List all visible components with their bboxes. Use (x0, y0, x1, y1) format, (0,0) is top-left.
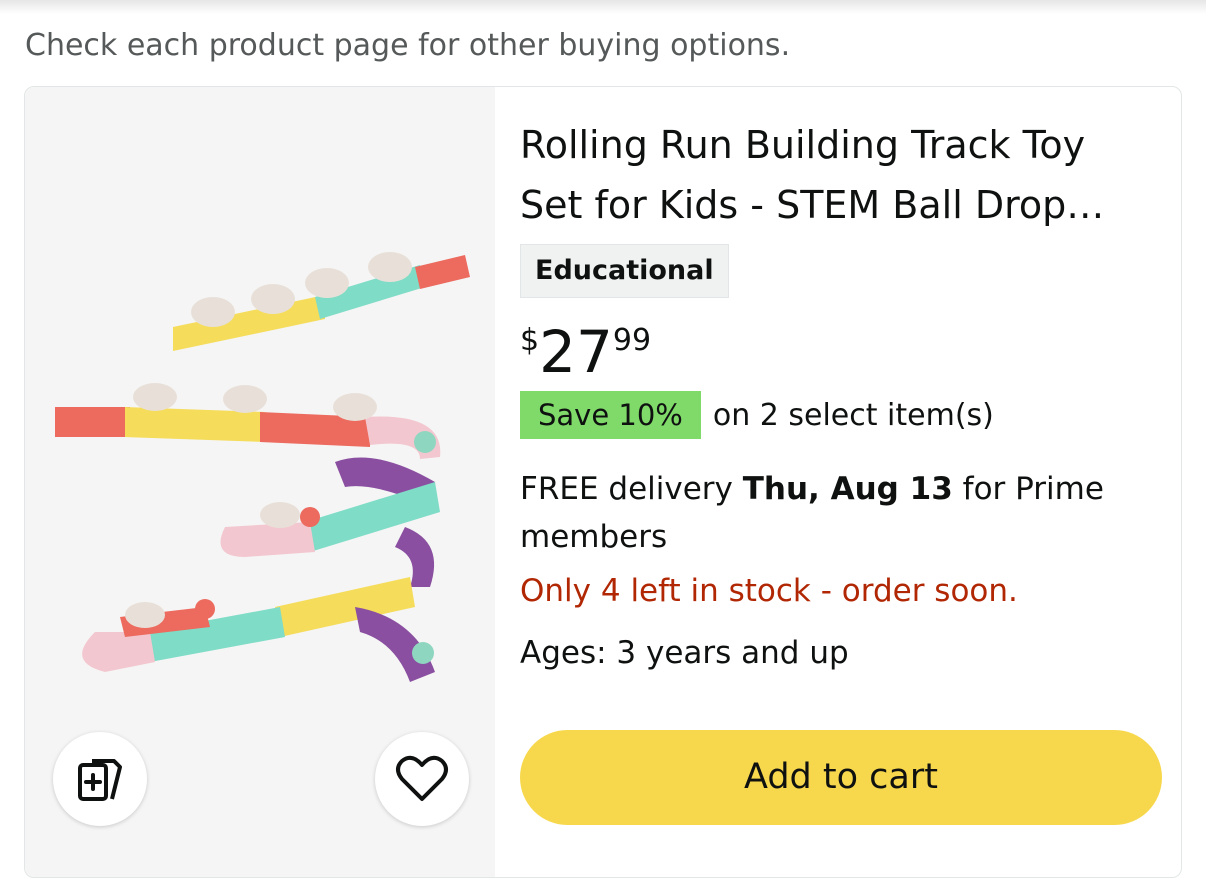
track-toy-illustration (55, 252, 470, 682)
product-card[interactable]: Rolling Run Building Track Toy Set for K… (24, 86, 1182, 878)
price: $2799 (520, 317, 651, 387)
delivery-prefix: FREE delivery (520, 471, 743, 507)
favorite-button[interactable] (375, 732, 469, 826)
heart-icon (396, 755, 448, 801)
add-to-cart-button[interactable]: Add to cart (520, 730, 1162, 825)
delivery-info: FREE delivery Thu, Aug 13 for Prime memb… (520, 465, 1150, 561)
category-badge: Educational (520, 244, 729, 298)
price-fraction: 99 (612, 323, 652, 358)
age-range: Ages: 3 years and up (520, 635, 849, 671)
price-whole: 27 (539, 318, 613, 386)
price-symbol: $ (520, 323, 540, 358)
product-title[interactable]: Rolling Run Building Track Toy Set for K… (520, 115, 1150, 235)
save-badge: Save 10% (520, 391, 701, 439)
bottom-track (82, 577, 435, 682)
stock-warning: Only 4 left in stock - order soon. (520, 573, 1018, 609)
buying-options-notice: Check each product page for other buying… (25, 28, 791, 63)
product-image[interactable] (25, 87, 495, 877)
top-shadow (0, 0, 1206, 14)
purple-ramp (395, 527, 435, 587)
save-text: on 2 select item(s) (712, 397, 994, 433)
save-row: Save 10% on 2 select item(s) (520, 391, 994, 439)
middle-track (55, 383, 441, 459)
compare-cards-icon (78, 759, 122, 801)
delivery-date: Thu, Aug 13 (742, 471, 953, 507)
compare-button[interactable] (53, 732, 147, 826)
top-track (173, 252, 470, 351)
product-info: Rolling Run Building Track Toy Set for K… (520, 87, 1181, 877)
